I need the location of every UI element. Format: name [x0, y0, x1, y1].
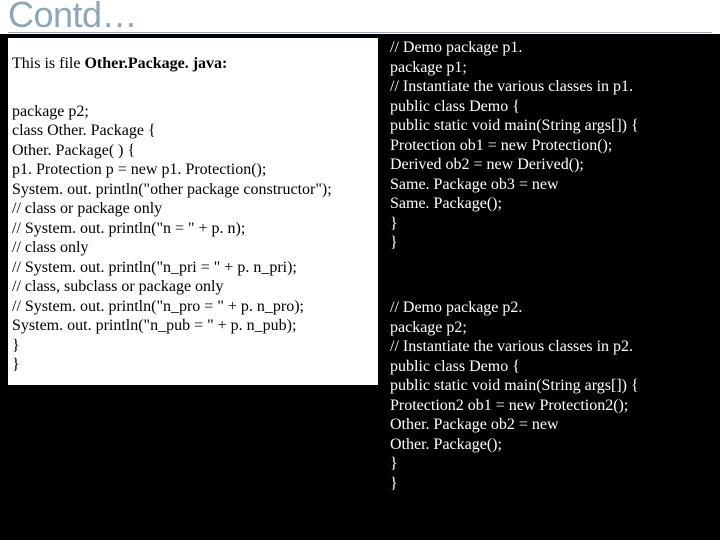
code-line: Same. Package ob3 = new	[390, 175, 712, 195]
code-line: package p2;	[390, 318, 712, 338]
code-line: System. out. println("n_pub = " + p. n_p…	[12, 316, 368, 336]
code-line: // System. out. println("n_pri = " + p. …	[12, 258, 368, 278]
left-intro-prefix: This is file	[12, 55, 84, 72]
code-line: // class or package only	[12, 199, 368, 219]
right-bottom-code-block: // Demo package p2.package p2;// Instant…	[390, 298, 712, 493]
title-divider	[8, 32, 712, 33]
code-line: public class Demo {	[390, 97, 712, 117]
right-top-code-block: // Demo package p1.package p1;// Instant…	[390, 38, 712, 253]
code-line: // System. out. println("n = " + p. n);	[12, 219, 368, 239]
code-line: }	[390, 214, 712, 234]
code-line: Protection2 ob1 = new Protection2();	[390, 396, 712, 416]
slide-title: Contd…	[8, 0, 137, 36]
code-line: Derived ob2 = new Derived();	[390, 155, 712, 175]
code-line: Same. Package();	[390, 194, 712, 214]
code-line: }	[12, 336, 368, 356]
code-line: public class Demo {	[390, 357, 712, 377]
right-top-column: // Demo package p1.package p1;// Instant…	[390, 38, 712, 253]
code-line: // System. out. println("n_pro = " + p. …	[12, 297, 368, 317]
code-line: class Other. Package {	[12, 121, 368, 141]
code-line: // Instantiate the various classes in p2…	[390, 337, 712, 357]
code-line: System. out. println("other package cons…	[12, 180, 368, 200]
code-line: Other. Package( ) {	[12, 141, 368, 161]
code-line: // class only	[12, 238, 368, 258]
left-intro: This is file Other.Package. java:	[12, 54, 368, 74]
right-bottom-column: // Demo package p2.package p2;// Instant…	[390, 298, 712, 493]
code-line: }	[12, 355, 368, 375]
code-line: public static void main(String args[]) {	[390, 116, 712, 136]
code-line: }	[390, 454, 712, 474]
code-line: }	[390, 474, 712, 494]
code-line: // Demo package p2.	[390, 298, 712, 318]
left-intro-filename: Other.Package. java:	[84, 55, 227, 72]
code-line: // Instantiate the various classes in p1…	[390, 77, 712, 97]
code-line: package p2;	[12, 102, 368, 122]
code-line: package p1;	[390, 58, 712, 78]
code-line: Other. Package();	[390, 435, 712, 455]
code-line: // Demo package p1.	[390, 38, 712, 58]
left-code-block: package p2;class Other. Package {Other. …	[12, 102, 368, 375]
slide: Contd… This is file Other.Package. java:…	[0, 0, 720, 540]
code-line: // class, subclass or package only	[12, 277, 368, 297]
code-line: p1. Protection p = new p1. Protection();	[12, 160, 368, 180]
code-line: Protection ob1 = new Protection();	[390, 136, 712, 156]
code-line: public static void main(String args[]) {	[390, 376, 712, 396]
left-column: This is file Other.Package. java: packag…	[8, 38, 378, 385]
code-line: }	[390, 233, 712, 253]
code-line: Other. Package ob2 = new	[390, 415, 712, 435]
